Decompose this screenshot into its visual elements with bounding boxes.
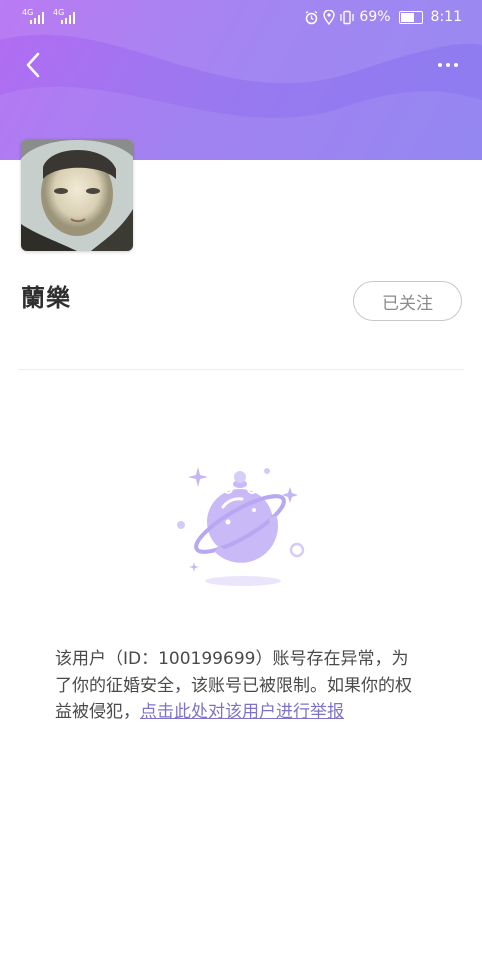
profile-header: 4G 4G 69% 8:11 <box>0 0 482 160</box>
section-divider <box>18 369 464 370</box>
location-icon <box>323 9 336 25</box>
battery-icon <box>398 10 423 24</box>
status-time: 8:11 <box>430 9 462 25</box>
report-user-link[interactable]: 点击此处对该用户进行举报 <box>140 702 344 722</box>
vibrate-icon <box>340 10 355 24</box>
more-options-button[interactable] <box>430 52 466 78</box>
alarm-icon <box>306 10 318 24</box>
follow-button[interactable]: 已关注 <box>353 281 462 321</box>
chevron-left-icon <box>26 52 40 78</box>
restricted-planet-icon <box>177 467 305 586</box>
status-right-group: 69% 8:11 <box>304 8 462 26</box>
avatar[interactable] <box>21 139 133 251</box>
more-dot-icon <box>454 63 458 67</box>
status-bar: 4G 4G 69% 8:11 <box>0 0 482 34</box>
more-dot-icon <box>446 63 450 67</box>
profile-username: 蘭樂 <box>21 284 71 312</box>
avatar-photo <box>21 139 133 251</box>
signal-bars-icon <box>61 12 75 24</box>
signal-bars-icon <box>30 12 44 24</box>
back-button[interactable] <box>16 48 50 82</box>
more-dot-icon <box>438 63 442 67</box>
battery-level <box>400 12 414 22</box>
battery-percent: 69% <box>359 9 391 25</box>
restriction-notice: 该用户（ID：100199699）账号存在异常，为了你的征婚安全，该账号已被限制… <box>55 646 425 726</box>
